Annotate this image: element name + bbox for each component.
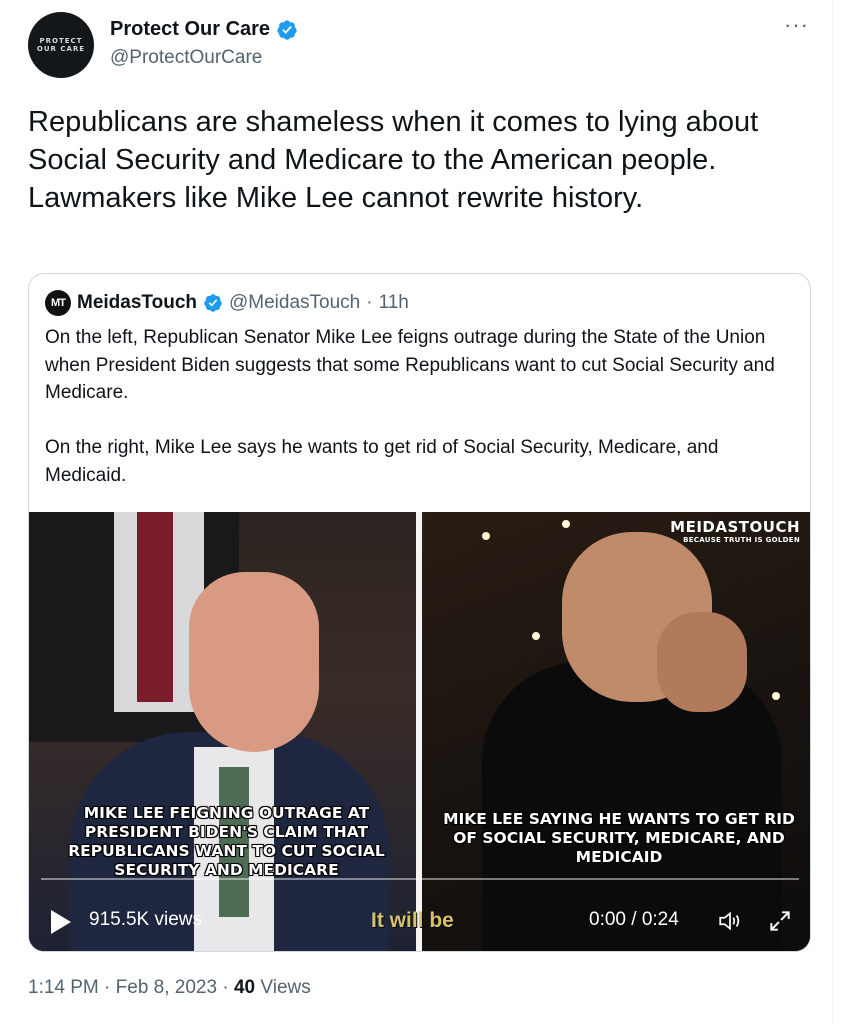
- quoted-paragraph-2: On the right, Mike Lee says he wants to …: [45, 437, 719, 486]
- speaker-hand: [657, 612, 747, 712]
- quoted-age: 11h: [378, 292, 409, 313]
- background-light: [562, 520, 570, 528]
- caption-right: MIKE LEE SAYING HE WANTS TO GET RID OF S…: [443, 810, 795, 866]
- background-light: [772, 692, 780, 700]
- video-player[interactable]: MEIDASTOUCH BECAUSE TRUTH IS GOLDEN MIKE…: [29, 512, 810, 951]
- video-scrubber[interactable]: [41, 878, 799, 880]
- video-frame-right: MEIDASTOUCH BECAUSE TRUTH IS GOLDEN: [422, 512, 810, 951]
- meta-dot: ·: [104, 977, 111, 998]
- avatar-text-line2: OUR CARE: [36, 45, 86, 53]
- quoted-handle: @MeidasTouch: [229, 292, 361, 313]
- watermark-subtitle: BECAUSE TRUTH IS GOLDEN: [683, 536, 800, 544]
- verified-badge-icon: [204, 294, 222, 312]
- quoted-header: MT MeidasTouch @MeidasTouch · 11h: [45, 290, 409, 316]
- avatar-text-line1: PROTECT: [39, 37, 83, 45]
- background-tie: [137, 512, 173, 702]
- quoted-text: On the left, Republican Senator Mike Lee…: [45, 324, 797, 517]
- tweet-text: Republicans are shameless when it comes …: [28, 106, 759, 214]
- speaker-face: [189, 572, 319, 752]
- author-handle[interactable]: @ProtectOurCare: [110, 47, 262, 69]
- caption-left: MIKE LEE FEIGNING OUTRAGE AT PRESIDENT B…: [68, 804, 385, 879]
- tweet-meta: 1:14 PM · Feb 8, 2023 · 40 Views: [28, 977, 311, 999]
- meidastouch-watermark: MEIDASTOUCH BECAUSE TRUTH IS GOLDEN: [670, 518, 800, 544]
- more-icon[interactable]: ···: [784, 12, 809, 38]
- author-name-row: Protect Our Care: [110, 18, 298, 41]
- background-light: [532, 632, 540, 640]
- quoted-display-name: MeidasTouch: [77, 292, 197, 313]
- quoted-tweet[interactable]: MT MeidasTouch @MeidasTouch · 11h On the…: [28, 273, 811, 952]
- video-overlay-text: It will be: [371, 909, 454, 932]
- views-count: 40: [233, 977, 256, 998]
- video-time: 0:00 / 0:24: [589, 909, 679, 930]
- play-icon[interactable]: [51, 910, 71, 934]
- quoted-separator: ·: [366, 292, 373, 313]
- author-display-name[interactable]: Protect Our Care: [110, 18, 270, 41]
- tweet-date[interactable]: Feb 8, 2023: [116, 977, 217, 998]
- volume-icon[interactable]: [717, 908, 743, 934]
- tweet-time[interactable]: 1:14 PM: [28, 977, 99, 998]
- views-label: Views: [260, 977, 311, 998]
- quoted-avatar: MT: [45, 290, 71, 316]
- video-frame-left: [29, 512, 416, 951]
- expand-icon[interactable]: [767, 908, 793, 934]
- background-light: [482, 532, 490, 540]
- quoted-paragraph-1: On the left, Republican Senator Mike Lee…: [45, 327, 775, 403]
- meta-dot: ·: [222, 977, 229, 998]
- watermark-title: MEIDASTOUCH: [670, 518, 800, 536]
- verified-badge-icon: [277, 19, 297, 40]
- video-views: 915.5K views: [89, 909, 203, 930]
- author-avatar[interactable]: PROTECT OUR CARE: [28, 12, 94, 78]
